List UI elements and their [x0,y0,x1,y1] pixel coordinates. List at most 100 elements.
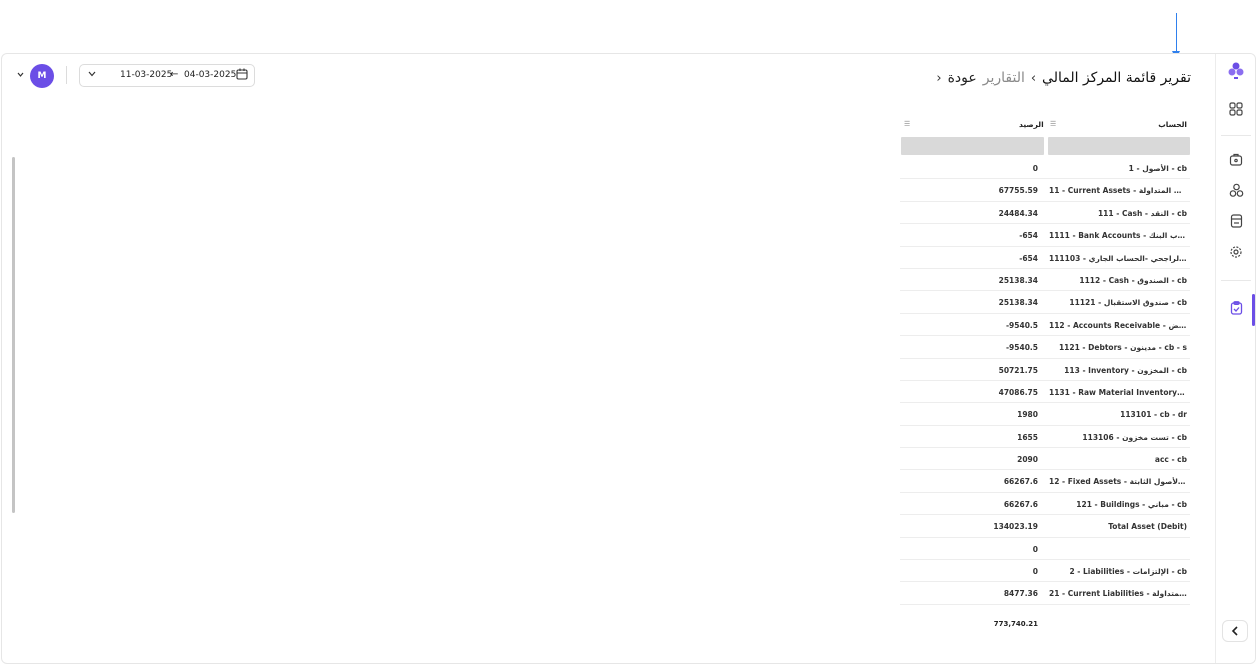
arrow-left-icon: ← [170,69,179,80]
table-row[interactable]: 1111 - Bank Accounts - حساب البنك - cb -6… [900,224,1190,247]
chevron-down-icon [88,70,96,80]
balance-cell: 0 [1032,164,1038,173]
breadcrumb-reports[interactable]: التقارير [983,70,1025,86]
table-row[interactable]: 111 - Cash - النقد - cb 24484.34 [900,202,1190,225]
avatar[interactable]: M [30,64,54,88]
table-row[interactable]: 11 - Current Assets - الأصول المتداولة -… [900,179,1190,202]
balance-sheet-table: الحساب ☰ الرصيد ☰ 1 - الأصول - cb 0 11 - C… [900,114,1190,605]
table-row[interactable]: 21 - Current Liabilities - الإلتزامات ال… [900,582,1190,605]
balance-cell: 0 [1032,567,1038,577]
balance-cell: 0 [1032,544,1038,554]
account-cell: 1112 - Cash - الصندوق - cb [1079,275,1187,285]
total-balance: 773,740.21 [993,620,1038,628]
table-row[interactable]: 1 - الأصول - cb 0 [900,157,1190,180]
balance-cell: 25138.34 [998,298,1038,308]
account-cell: acc - cb [1154,455,1187,465]
account-cell: 113101 - cb - dr [1120,410,1187,420]
breadcrumb-separator: › [1030,70,1037,86]
balance-cell: 47086.75 [998,387,1038,397]
balance-cell: 134023.19 [993,522,1038,532]
sidebar [1215,54,1255,663]
date-range-picker[interactable]: 11-03-2025 ← 04-03-2025 [79,64,255,87]
balance-cell: 1980 [1017,410,1038,420]
account-cell: 113 - Inventory - المخزون - cb [1064,365,1187,375]
account-cell: 12 - Fixed Assets - الأصول الثابتة - cb [1049,477,1187,487]
date-end: 11-03-2025 [120,70,173,80]
back-link[interactable]: عودة [948,70,977,86]
sidebar-divider [1221,280,1251,281]
collapse-sidebar-button[interactable] [1222,620,1248,642]
back-chevron-icon[interactable]: ‹ [936,71,941,86]
balance-cell: 2090 [1017,455,1038,465]
account-cell: 11121 - صندوق الاستقبال - cb [1069,298,1187,308]
table-row[interactable]: 113106 - تست مخزون - cb 1655 [900,426,1190,449]
account-cell: 111 - Cash - النقد - cb [1097,208,1187,218]
account-filter-input[interactable] [1048,137,1190,155]
table-row[interactable]: 0 [900,538,1190,561]
table-row[interactable]: 2 - Liabilities - الإلتزامات - cb 0 [900,560,1190,583]
dashboard-grid-icon[interactable] [1227,100,1245,118]
table-header: الحساب ☰ الرصيد ☰ [900,114,1190,135]
account-cell: Total Asset (Debit) [1108,522,1187,532]
sidebar-active-indicator [1252,294,1255,326]
header-divider [66,66,67,84]
table-row[interactable]: 113101 - cb - dr 1980 [900,403,1190,426]
filter-row [900,135,1190,157]
breadcrumb: ‹ عودة التقارير › تقرير قائمة المركز الم… [936,67,1191,89]
table-row[interactable]: 1121 - Debtors - مدينون - cb - s -9540.5 [900,336,1190,359]
top-strip [0,0,1258,53]
balance-cell: 25138.34 [998,275,1038,285]
balance-cell: 66267.6 [1003,499,1038,509]
balance-filter-input[interactable] [901,137,1044,155]
column-menu-icon[interactable]: ☰ [1050,120,1056,128]
balance-cell: 1655 [1017,432,1038,442]
user-menu-chevron-icon[interactable] [17,70,24,79]
date-start: 04-03-2025 [184,70,237,80]
boxes-icon[interactable] [1227,181,1245,199]
lock-bag-icon[interactable] [1227,150,1245,168]
table-row[interactable]: 12 - Fixed Assets - الأصول الثابتة - cb 6… [900,470,1190,493]
table-row[interactable]: acc - cb 2090 [900,448,1190,471]
column-header-account: الحساب [1158,120,1187,129]
account-cell: 1131 - Raw Material Inventory - مخزون ال… [1049,387,1187,397]
balance-cell: -9540.5 [1005,343,1038,353]
account-cell: 111103 - بنك الراجحي -الحساب الجاري - cb [1049,253,1187,263]
table-row[interactable]: Total Asset (Debit) 134023.19 [900,515,1190,538]
account-cell: 11 - Current Assets - الأصول المتداولة -… [1049,186,1187,196]
table-row[interactable]: 111103 - بنك الراجحي -الحساب الجاري - cb… [900,247,1190,269]
settings-gear-icon[interactable] [1227,243,1245,261]
chevron-left-icon [1231,626,1238,636]
balance-cell: -654 [1019,253,1038,263]
account-cell: 1111 - Bank Accounts - حساب البنك - cb [1049,231,1187,241]
receipt-icon[interactable] [1227,212,1245,230]
balance-cell: -9540.5 [1005,320,1038,330]
account-cell: 1121 - Debtors - مدينون - cb - s [1058,343,1187,353]
balance-cell: 24484.34 [998,208,1038,218]
table-row[interactable]: 11121 - صندوق الاستقبال - cb 25138.34 [900,291,1190,314]
table-row[interactable]: 113 - Inventory - المخزون - cb 50721.75 [900,359,1190,381]
calendar-icon [236,68,248,83]
account-cell: 121 - Buildings - مباني - cb [1076,499,1187,509]
table-row[interactable]: 1131 - Raw Material Inventory - مخزون ال… [900,381,1190,404]
balance-cell: 66267.6 [1003,477,1038,487]
column-menu-icon[interactable]: ☰ [904,120,910,128]
clipboard-report-icon[interactable] [1227,299,1245,317]
balance-cell: 8477.36 [1003,589,1038,599]
sidebar-divider [1221,135,1251,136]
app-window: ‹ عودة التقارير › تقرير قائمة المركز الم… [1,53,1256,664]
vertical-scrollbar[interactable] [12,157,15,513]
account-cell: 112 - Accounts Receivable - حسابات القبض… [1049,320,1187,330]
table-body: 1 - الأصول - cb 0 11 - Current Assets - ال… [900,157,1190,605]
page-title: تقرير قائمة المركز المالي [1042,70,1191,86]
account-cell: 2 - Liabilities - الإلتزامات - cb [1069,567,1187,577]
table-row[interactable]: 112 - Accounts Receivable - حسابات القبض… [900,314,1190,337]
table-row[interactable]: 1112 - Cash - الصندوق - cb 25138.34 [900,269,1190,292]
app-logo-icon[interactable] [1227,62,1245,80]
account-cell: 113106 - تست مخزون - cb [1082,432,1187,442]
balance-cell: -654 [1019,231,1038,241]
pointer-arrow-line [1176,13,1177,53]
table-row[interactable]: 121 - Buildings - مباني - cb 66267.6 [900,493,1190,516]
balance-cell: 50721.75 [998,365,1038,375]
account-cell: 1 - الأصول - cb [1128,164,1187,173]
balance-cell: 67755.59 [998,186,1038,196]
